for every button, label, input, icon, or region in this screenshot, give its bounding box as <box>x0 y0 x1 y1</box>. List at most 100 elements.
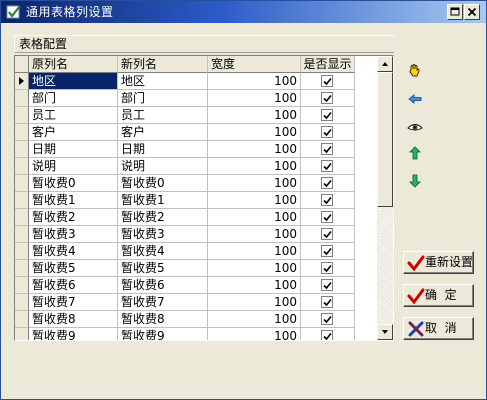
visible-checkbox[interactable] <box>321 245 333 257</box>
width-cell[interactable]: 100 <box>208 260 301 277</box>
new-name-cell[interactable]: 地区 <box>118 73 208 90</box>
visible-checkbox[interactable] <box>321 211 333 223</box>
original-name-cell[interactable]: 暂收费8 <box>29 311 118 328</box>
new-name-cell[interactable]: 暂收费0 <box>118 175 208 192</box>
width-cell[interactable]: 100 <box>208 243 301 260</box>
width-cell[interactable]: 100 <box>208 328 301 340</box>
table-row[interactable]: 暂收费4 暂收费4 100 <box>15 243 377 260</box>
move-down-button[interactable] <box>404 170 426 192</box>
vertical-scrollbar[interactable] <box>377 56 393 340</box>
original-name-cell[interactable]: 客户 <box>29 124 118 141</box>
width-cell[interactable]: 100 <box>208 311 301 328</box>
new-name-cell[interactable]: 部门 <box>118 90 208 107</box>
new-name-cell[interactable]: 客户 <box>118 124 208 141</box>
new-name-cell[interactable]: 暂收费8 <box>118 311 208 328</box>
visible-checkbox[interactable] <box>321 92 333 104</box>
table-row[interactable]: 暂收费9 暂收费9 100 <box>15 328 377 340</box>
width-cell[interactable]: 100 <box>208 107 301 124</box>
new-name-cell[interactable]: 暂收费9 <box>118 328 208 340</box>
new-name-cell[interactable]: 日期 <box>118 141 208 158</box>
visible-checkbox[interactable] <box>321 143 333 155</box>
row-indicator-cell[interactable] <box>15 73 29 90</box>
original-name-cell[interactable]: 地区 <box>29 73 118 90</box>
row-indicator-cell[interactable] <box>15 260 29 277</box>
close-button[interactable] <box>464 4 480 20</box>
new-name-cell[interactable]: 暂收费4 <box>118 243 208 260</box>
ok-button[interactable]: 确 定 <box>403 284 474 307</box>
visible-checkbox[interactable] <box>321 75 333 87</box>
row-indicator-cell[interactable] <box>15 277 29 294</box>
header-width[interactable]: 宽度 <box>208 56 301 73</box>
table-row[interactable]: 暂收费8 暂收费8 100 <box>15 311 377 328</box>
table-row[interactable]: 部门 部门 100 <box>15 90 377 107</box>
table-row[interactable]: 暂收费7 暂收费7 100 <box>15 294 377 311</box>
column-settings-grid[interactable]: 原列名 新列名 宽度 是否显示 地区 地区 100 部门 部门 100 员工 员工 100 客户客… <box>14 55 394 341</box>
original-name-cell[interactable]: 暂收费3 <box>29 226 118 243</box>
width-cell[interactable]: 100 <box>208 175 301 192</box>
new-name-cell[interactable]: 暂收费3 <box>118 226 208 243</box>
width-cell[interactable]: 100 <box>208 294 301 311</box>
row-indicator-cell[interactable] <box>15 226 29 243</box>
table-row[interactable]: 说明 说明 100 <box>15 158 377 175</box>
row-indicator-cell[interactable] <box>15 158 29 175</box>
new-name-cell[interactable]: 暂收费6 <box>118 277 208 294</box>
original-name-cell[interactable]: 暂收费9 <box>29 328 118 340</box>
visible-checkbox[interactable] <box>321 279 333 291</box>
visible-checkbox[interactable] <box>321 330 333 340</box>
width-cell[interactable]: 100 <box>208 192 301 209</box>
header-visible[interactable]: 是否显示 <box>301 56 355 73</box>
original-name-cell[interactable]: 暂收费6 <box>29 277 118 294</box>
visible-checkbox[interactable] <box>321 262 333 274</box>
new-name-cell[interactable]: 暂收费7 <box>118 294 208 311</box>
row-indicator-cell[interactable] <box>15 124 29 141</box>
move-up-button[interactable] <box>404 142 426 164</box>
toggle-visible-button[interactable] <box>404 116 426 138</box>
visible-checkbox[interactable] <box>321 160 333 172</box>
width-cell[interactable]: 100 <box>208 226 301 243</box>
visible-checkbox[interactable] <box>321 109 333 121</box>
row-indicator-cell[interactable] <box>15 311 29 328</box>
visible-checkbox[interactable] <box>321 126 333 138</box>
width-cell[interactable]: 100 <box>208 141 301 158</box>
table-row[interactable]: 暂收费5 暂收费5 100 <box>15 260 377 277</box>
cancel-button[interactable]: 取 消 <box>403 317 474 340</box>
original-name-cell[interactable]: 说明 <box>29 158 118 175</box>
row-indicator-cell[interactable] <box>15 294 29 311</box>
header-new-name[interactable]: 新列名 <box>118 56 208 73</box>
reset-button[interactable]: 重新设置 <box>403 251 474 274</box>
row-indicator-cell[interactable] <box>15 328 29 340</box>
row-indicator-cell[interactable] <box>15 90 29 107</box>
row-indicator-cell[interactable] <box>15 141 29 158</box>
width-cell[interactable]: 100 <box>208 124 301 141</box>
original-name-cell[interactable]: 暂收费2 <box>29 209 118 226</box>
original-name-cell[interactable]: 暂收费7 <box>29 294 118 311</box>
visible-checkbox[interactable] <box>321 228 333 240</box>
row-indicator-cell[interactable] <box>15 107 29 124</box>
table-row[interactable]: 员工 员工 100 <box>15 107 377 124</box>
maximize-button[interactable] <box>447 4 463 20</box>
move-left-button[interactable] <box>404 88 426 110</box>
row-indicator-cell[interactable] <box>15 243 29 260</box>
visible-checkbox[interactable] <box>321 177 333 189</box>
title-bar[interactable]: 通用表格列设置 <box>1 1 486 23</box>
original-name-cell[interactable]: 日期 <box>29 141 118 158</box>
new-name-cell[interactable]: 暂收费2 <box>118 209 208 226</box>
width-cell[interactable]: 100 <box>208 277 301 294</box>
width-cell[interactable]: 100 <box>208 158 301 175</box>
scroll-thumb[interactable] <box>377 72 393 207</box>
hand-tool-button[interactable] <box>404 60 426 82</box>
row-indicator-cell[interactable] <box>15 209 29 226</box>
visible-checkbox[interactable] <box>321 194 333 206</box>
table-row[interactable]: 暂收费1 暂收费1 100 <box>15 192 377 209</box>
original-name-cell[interactable]: 暂收费4 <box>29 243 118 260</box>
width-cell[interactable]: 100 <box>208 209 301 226</box>
scroll-down-button[interactable] <box>377 324 393 340</box>
width-cell[interactable]: 100 <box>208 73 301 90</box>
table-row[interactable]: 客户 客户 100 <box>15 124 377 141</box>
original-name-cell[interactable]: 暂收费5 <box>29 260 118 277</box>
new-name-cell[interactable]: 暂收费1 <box>118 192 208 209</box>
new-name-cell[interactable]: 暂收费5 <box>118 260 208 277</box>
original-name-cell[interactable]: 员工 <box>29 107 118 124</box>
table-row[interactable]: 暂收费0 暂收费0 100 <box>15 175 377 192</box>
original-name-cell[interactable]: 暂收费0 <box>29 175 118 192</box>
